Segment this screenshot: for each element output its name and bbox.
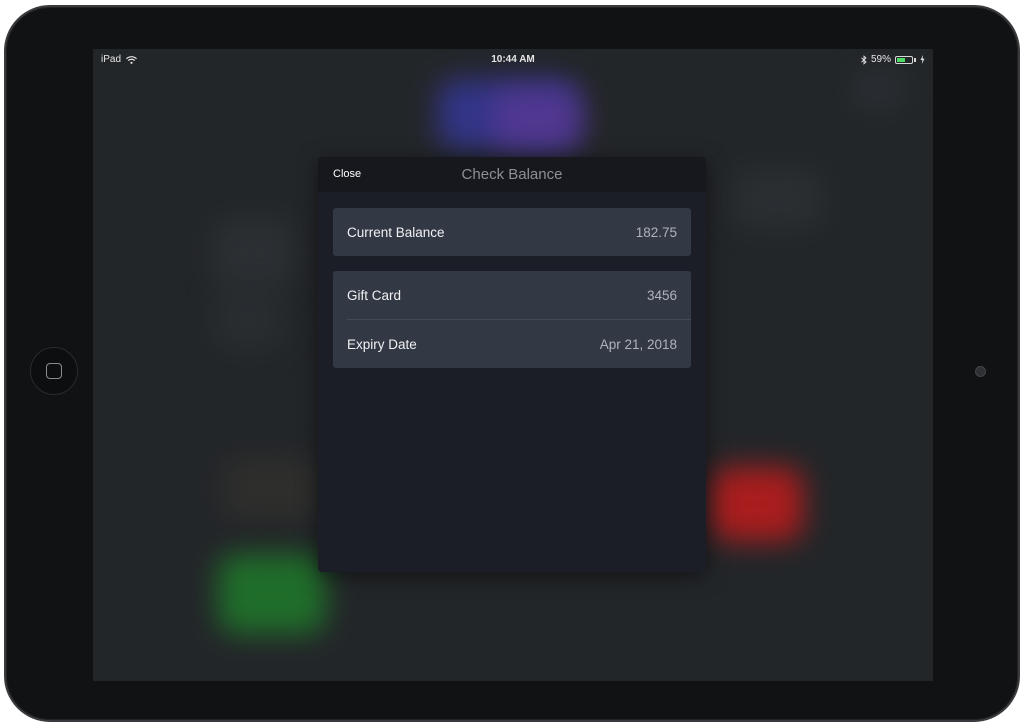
battery-icon bbox=[895, 55, 913, 64]
status-time: 10:44 AM bbox=[491, 54, 535, 65]
background-blur bbox=[223, 459, 323, 519]
modal-title: Check Balance bbox=[461, 166, 563, 183]
current-balance-row: Current Balance 182.75 bbox=[333, 208, 691, 256]
gift-card-details: Gift Card 3456 Expiry Date Apr 21, 2018 bbox=[333, 271, 691, 368]
battery-level bbox=[897, 57, 906, 62]
bluetooth-icon bbox=[861, 54, 867, 65]
background-blur bbox=[711, 467, 803, 541]
current-balance-value: 182.75 bbox=[635, 224, 677, 240]
background-blur bbox=[213, 289, 283, 349]
gift-card-number: 3456 bbox=[646, 287, 677, 303]
screen: iPad 10:44 AM 59% Close Check Balance Cu… bbox=[93, 49, 933, 681]
front-camera bbox=[975, 366, 986, 377]
battery-percent: 59% bbox=[870, 54, 891, 65]
gift-card-row: Gift Card 3456 bbox=[333, 271, 691, 319]
expiry-date-row: Expiry Date Apr 21, 2018 bbox=[333, 320, 691, 368]
background-blur bbox=[218, 554, 326, 634]
background-blur bbox=[733, 169, 823, 229]
expiry-date-label: Expiry Date bbox=[347, 336, 417, 352]
expiry-date-value: Apr 21, 2018 bbox=[599, 336, 677, 352]
background-blur bbox=[493, 89, 583, 149]
gift-card-label: Gift Card bbox=[347, 287, 402, 303]
current-balance-label: Current Balance bbox=[347, 224, 445, 240]
home-button[interactable] bbox=[30, 347, 78, 395]
modal-header: Close Check Balance bbox=[318, 157, 706, 192]
check-balance-modal: Close Check Balance Current Balance 182.… bbox=[318, 157, 706, 572]
home-button-icon bbox=[46, 363, 62, 379]
charging-bolt-icon bbox=[920, 55, 925, 64]
status-bar: iPad 10:44 AM 59% bbox=[93, 49, 933, 69]
balance-card: Current Balance 182.75 bbox=[333, 208, 691, 256]
battery-tip bbox=[914, 57, 916, 62]
background-blur bbox=[213, 219, 293, 289]
background-blur bbox=[853, 69, 903, 109]
